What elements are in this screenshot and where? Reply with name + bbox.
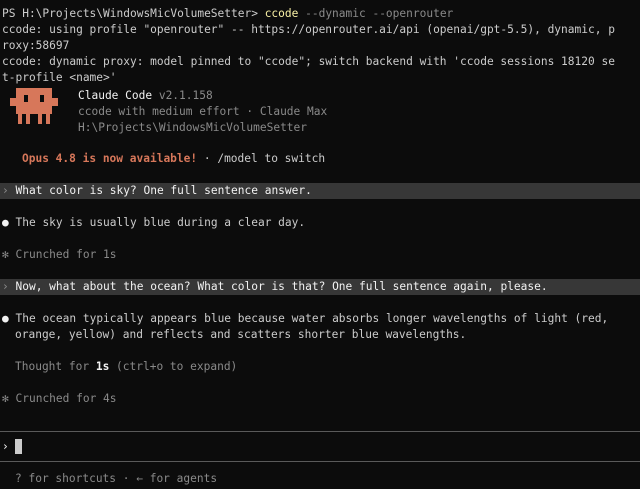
- thought-prefix: Thought for: [15, 360, 96, 373]
- shell-prompt: PS H:\Projects\WindowsMicVolumeSetter>: [2, 7, 265, 20]
- user-message: › What color is sky? One full sentence a…: [0, 183, 640, 199]
- output-line: t-profile <name>': [2, 71, 117, 84]
- status-text: Crunched for 1s: [15, 248, 117, 261]
- output-line: ccode: dynamic proxy: model pinned to "c…: [2, 55, 615, 68]
- input-top-divider: [0, 431, 640, 432]
- user-message-text: › Now, what about the ocean? What color …: [2, 279, 640, 295]
- text-cursor: [15, 439, 22, 454]
- prompt-chevron-icon: ›: [2, 184, 9, 197]
- shell-command: ccode: [264, 7, 299, 20]
- assistant-message-text: The sky is usually blue during a clear d…: [15, 216, 306, 229]
- model-info: ccode with medium effort · Claude Max: [78, 105, 328, 118]
- thought-summary[interactable]: Thought for 1s (ctrl+o to expand): [15, 359, 640, 375]
- output-line: ccode: using profile "openrouter" -- htt…: [2, 23, 615, 36]
- claude-mascot-logo: [10, 88, 58, 124]
- user-message-content: Now, what about the ocean? What color is…: [15, 280, 548, 293]
- thought-time: 1s: [95, 360, 110, 373]
- user-message: › Now, what about the ocean? What color …: [0, 279, 640, 295]
- status-line: ✻ Crunched for 1s: [2, 247, 640, 263]
- user-message-text: › What color is sky? One full sentence a…: [2, 183, 640, 199]
- shell-command-line: PS H:\Projects\WindowsMicVolumeSetter> c…: [2, 6, 640, 22]
- app-header-title: Claude Code v2.1.158: [78, 88, 640, 104]
- status-line: ✻ Crunched for 4s: [2, 391, 640, 407]
- assistant-message-continuation: orange, yellow) and reflects and scatter…: [15, 328, 467, 341]
- assistant-message-text: The ocean typically appears blue because…: [15, 312, 609, 325]
- app-name: Claude Code: [78, 89, 153, 102]
- terminal-window: { "shell": { "prompt": "PS H:\\Projects\…: [0, 0, 640, 489]
- input-bottom-divider: [0, 461, 640, 462]
- status-text: Crunched for 4s: [15, 392, 117, 405]
- assistant-message: ● The ocean typically appears blue becau…: [2, 311, 640, 327]
- shell-command-args: --dynamic --openrouter: [298, 7, 454, 20]
- model-notice: Opus 4.8 is now available! · /model to s…: [22, 151, 640, 167]
- notice-highlight: Opus 4.8 is now available!: [22, 152, 198, 165]
- bullet-icon: ●: [2, 216, 9, 229]
- prompt-chevron-icon: ›: [2, 280, 9, 293]
- spinner-icon: ✻: [2, 392, 9, 405]
- spinner-icon: ✻: [2, 248, 9, 261]
- assistant-message: ● The sky is usually blue during a clear…: [2, 215, 640, 231]
- notice-text: · /model to switch: [197, 152, 326, 165]
- output-line: roxy:58697: [2, 39, 70, 52]
- thought-suffix: (ctrl+o to expand): [109, 360, 238, 373]
- prompt-input[interactable]: [24, 439, 640, 455]
- user-message-content: What color is sky? One full sentence ans…: [15, 184, 312, 197]
- app-version: v2.1.158: [152, 89, 213, 102]
- working-directory: H:\Projects\WindowsMicVolumeSetter: [78, 121, 308, 134]
- bullet-icon: ●: [2, 312, 9, 325]
- shortcuts-hint: ? for shortcuts · ← for agents: [15, 472, 218, 485]
